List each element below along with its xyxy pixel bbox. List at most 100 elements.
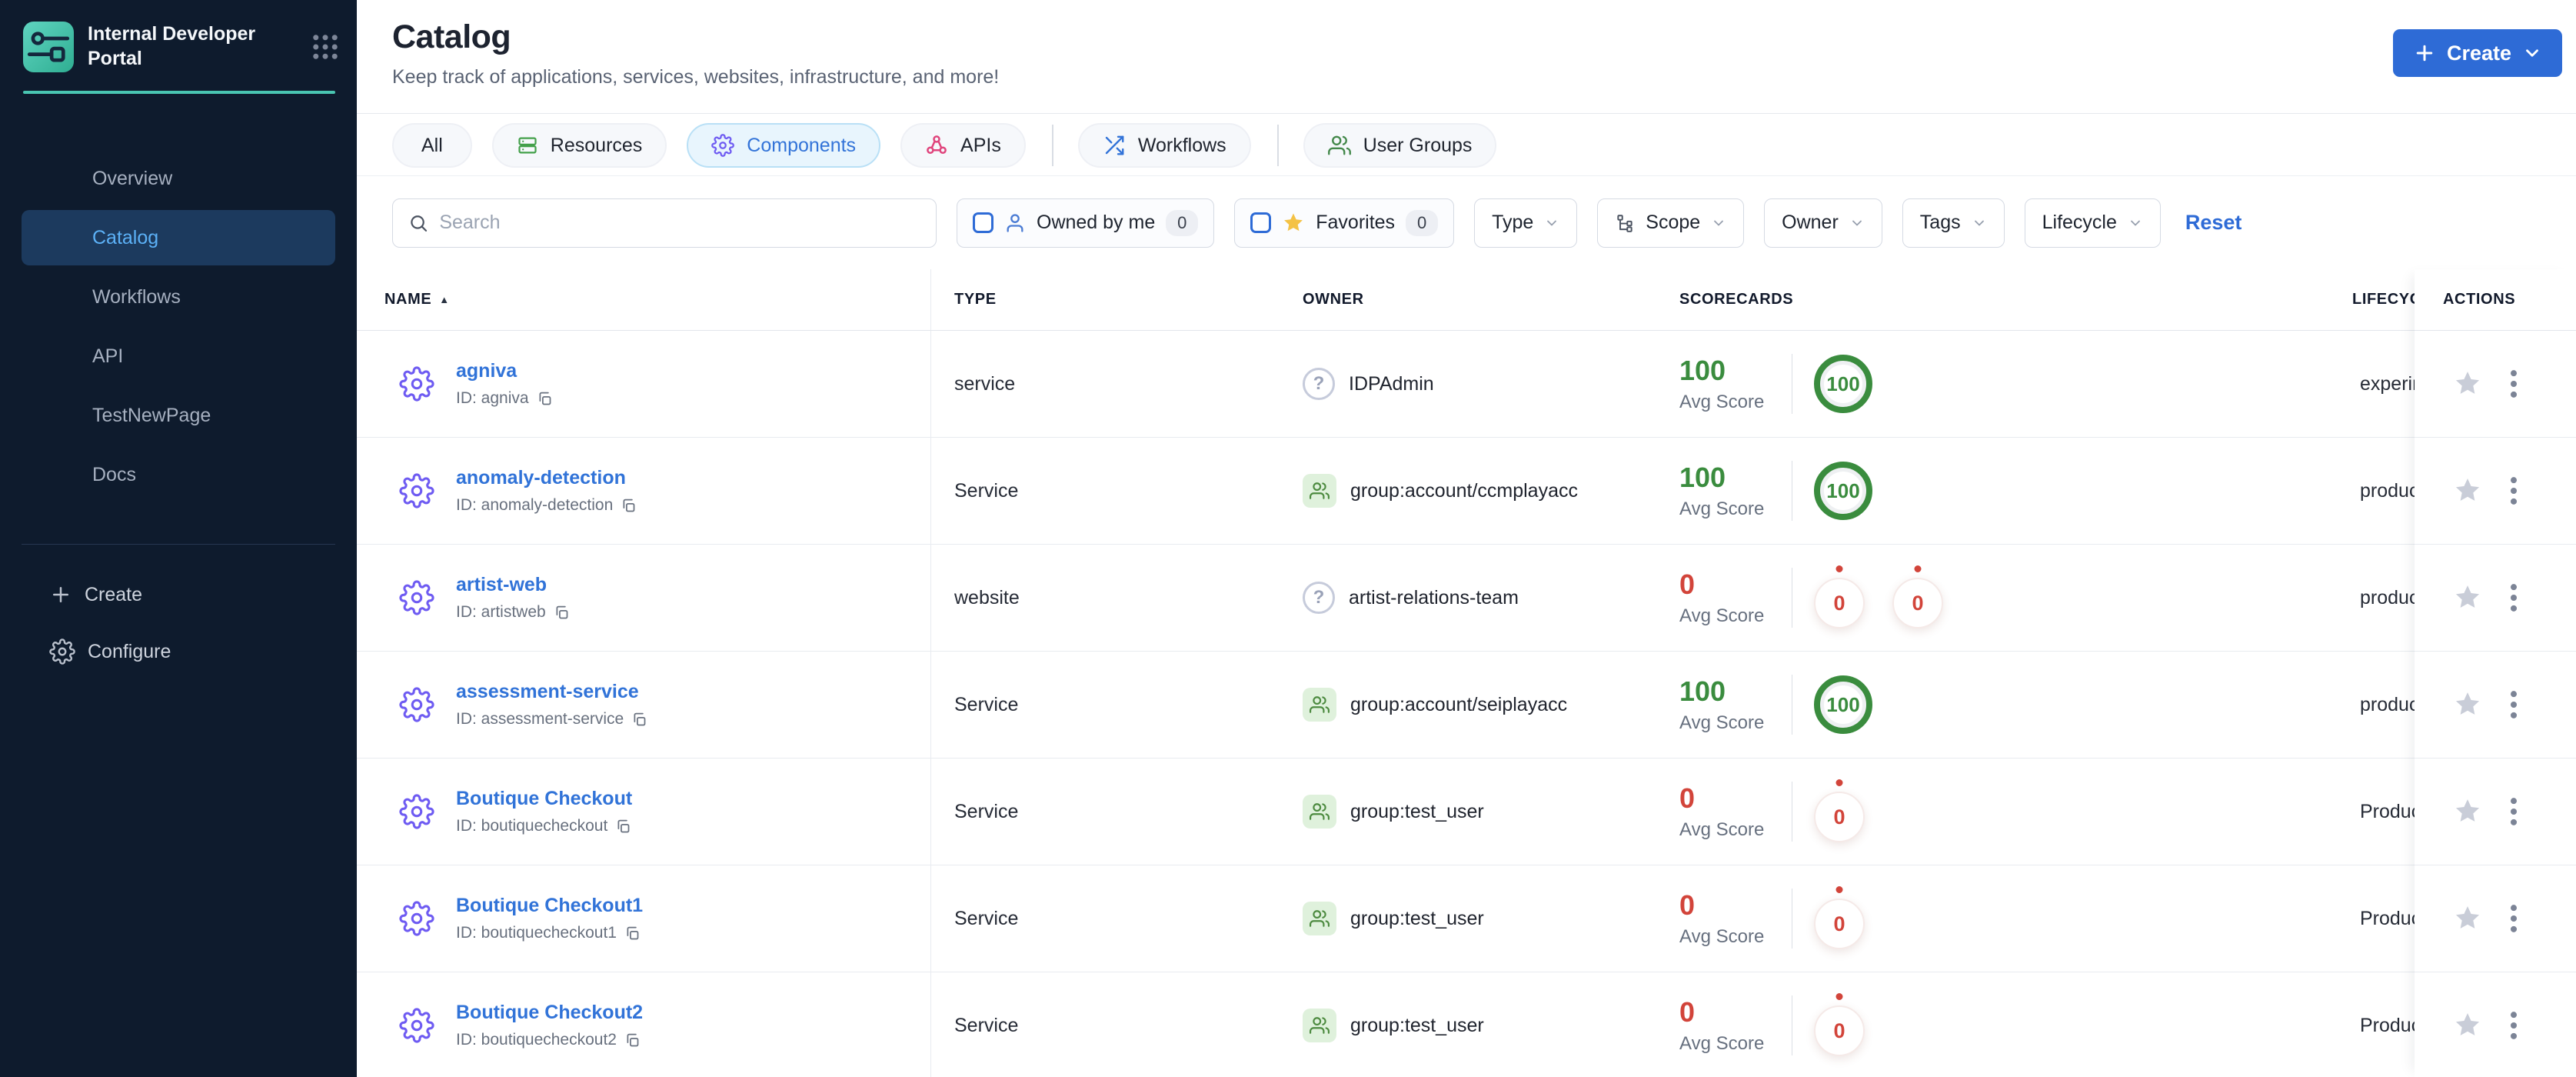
search-input[interactable] xyxy=(439,212,920,234)
name-cell: anomaly-detection ID: anomaly-detection xyxy=(357,438,931,544)
alert-dot-icon xyxy=(1835,886,1843,893)
scope-filter-dropdown[interactable]: Scope xyxy=(1597,198,1745,248)
owned-by-me-checkbox[interactable] xyxy=(973,212,993,233)
table-row[interactable]: assessment-service ID: assessment-service… xyxy=(357,652,2576,759)
avg-score-block: 100 Avg Score xyxy=(1679,462,1792,520)
copy-icon[interactable] xyxy=(631,712,647,728)
favorite-star-icon[interactable] xyxy=(2453,797,2482,826)
table-row[interactable]: Boutique Checkout ID: boutiquecheckout Ser… xyxy=(357,759,2576,865)
tab-resources[interactable]: Resources xyxy=(491,123,667,168)
favorites-checkbox[interactable] xyxy=(1250,212,1272,233)
entity-name-link[interactable]: Boutique Checkout xyxy=(456,788,632,810)
alert-dot-icon xyxy=(1835,565,1843,572)
search-icon xyxy=(411,215,428,232)
app-switcher-icon[interactable] xyxy=(309,31,341,63)
entity-name-link[interactable]: assessment-service xyxy=(456,681,647,703)
name-cell: assessment-service ID: assessment-service xyxy=(357,652,931,758)
table-row[interactable]: Boutique Checkout1 ID: boutiquecheckout1 S… xyxy=(357,865,2576,972)
scorecard-circle[interactable]: 100 xyxy=(1814,462,1872,520)
sidebar-item-catalog[interactable]: Catalog xyxy=(22,210,335,265)
scorecard-circle[interactable]: 100 xyxy=(1814,675,1872,734)
copy-icon[interactable] xyxy=(624,1032,641,1049)
tab-components[interactable]: Components xyxy=(687,123,881,168)
copy-icon[interactable] xyxy=(537,391,553,407)
entity-name-link[interactable]: artist-web xyxy=(456,574,570,596)
name-cell: agniva ID: agniva xyxy=(357,331,931,437)
reset-filters-button[interactable]: Reset xyxy=(2185,211,2242,235)
favorite-star-icon[interactable] xyxy=(2453,476,2482,505)
avg-score-block: 100 Avg Score xyxy=(1679,355,1792,413)
favorite-star-icon[interactable] xyxy=(2453,690,2482,719)
unknown-owner-icon: ? xyxy=(1303,368,1335,400)
table-row[interactable]: agniva ID: agniva service? IDPAdmin 100 Avg S… xyxy=(357,331,2576,438)
scorecard-circle[interactable]: 0 xyxy=(1814,886,1865,949)
table-row[interactable]: artist-web ID: artistweb website? artist-re… xyxy=(357,545,2576,652)
alert-dot-icon xyxy=(1914,565,1922,572)
favorites-filter[interactable]: Favorites 0 xyxy=(1234,198,1455,248)
sidebar-item-workflows[interactable]: Workflows xyxy=(22,269,335,325)
type-cell: Service xyxy=(954,693,1019,715)
entity-id: ID: artistweb xyxy=(456,603,570,622)
component-gear-icon xyxy=(399,1008,434,1043)
name-stack: agniva ID: agniva xyxy=(456,360,553,408)
lifecycle-filter-dropdown[interactable]: Lifecycle xyxy=(2024,198,2161,248)
kebab-menu-icon[interactable] xyxy=(2508,1010,2519,1041)
sidebar-item-overview[interactable]: Overview xyxy=(22,151,335,206)
copy-icon[interactable] xyxy=(554,605,570,621)
create-button[interactable]: Create xyxy=(2392,29,2562,77)
copy-icon[interactable] xyxy=(624,925,641,942)
score-circles: 100 xyxy=(1814,675,1872,734)
owner-filter-dropdown[interactable]: Owner xyxy=(1764,198,1882,248)
gear-icon xyxy=(49,639,75,665)
app-title: Internal Developer Portal xyxy=(88,23,256,69)
filter-bar: Owned by me 0 Favorites 0 Type Scope Own… xyxy=(357,176,2576,269)
scorecard-circle[interactable]: 100 xyxy=(1814,355,1872,413)
entity-name-link[interactable]: Boutique Checkout1 xyxy=(456,895,643,917)
scorecard-circle[interactable]: 0 xyxy=(1814,565,1865,629)
kebab-menu-icon[interactable] xyxy=(2508,475,2519,506)
name-stack: artist-web ID: artistweb xyxy=(456,574,570,622)
tab-workflows[interactable]: Workflows xyxy=(1077,123,1251,168)
scorecard-circle[interactable]: 0 xyxy=(1892,565,1943,629)
group-owner-icon xyxy=(1303,902,1336,935)
table-row[interactable]: anomaly-detection ID: anomaly-detection Se… xyxy=(357,438,2576,545)
avg-score-caption: Avg Score xyxy=(1679,392,1765,412)
favorite-star-icon[interactable] xyxy=(2453,904,2482,933)
kebab-menu-icon[interactable] xyxy=(2508,796,2519,827)
copy-icon[interactable] xyxy=(621,498,637,514)
copy-icon[interactable] xyxy=(615,819,631,835)
owner-cell: group:test_user xyxy=(1295,759,1664,865)
entity-name-link[interactable]: agniva xyxy=(456,360,553,382)
avg-score-caption: Avg Score xyxy=(1679,605,1765,626)
scorecard-circle[interactable]: 0 xyxy=(1814,993,1865,1056)
kebab-menu-icon[interactable] xyxy=(2508,903,2519,934)
sidebar-item-testnewpage[interactable]: TestNewPage xyxy=(22,388,335,443)
tags-filter-dropdown[interactable]: Tags xyxy=(1902,198,2005,248)
entity-name-link[interactable]: Boutique Checkout2 xyxy=(456,1002,643,1024)
owned-by-me-filter[interactable]: Owned by me 0 xyxy=(957,198,1215,248)
name-cell: artist-web ID: artistweb xyxy=(357,545,931,651)
score-circles: 00 xyxy=(1814,565,1943,629)
kebab-menu-icon[interactable] xyxy=(2508,689,2519,720)
scorecard-circle[interactable]: 0 xyxy=(1814,779,1865,842)
favorite-star-icon[interactable] xyxy=(2453,369,2482,398)
kebab-menu-icon[interactable] xyxy=(2508,368,2519,399)
sidebar-create-button[interactable]: Create xyxy=(22,566,335,623)
tab-apis[interactable]: APIs xyxy=(900,123,1026,168)
sidebar-item-api[interactable]: API xyxy=(22,328,335,384)
tab-all[interactable]: All xyxy=(392,123,472,168)
owner-cell: group:account/seiplayacc xyxy=(1295,652,1664,758)
type-filter-dropdown[interactable]: Type xyxy=(1474,198,1578,248)
tab-user-groups[interactable]: User Groups xyxy=(1303,123,1497,168)
column-header-name[interactable]: NAME ▲ xyxy=(357,269,931,330)
type-cell: service xyxy=(954,372,1016,395)
row-actions xyxy=(2415,438,2576,545)
table-row[interactable]: Boutique Checkout2 ID: boutiquecheckout2 S… xyxy=(357,972,2576,1077)
kebab-menu-icon[interactable] xyxy=(2508,582,2519,613)
entity-name-link[interactable]: anomaly-detection xyxy=(456,467,637,489)
sidebar-configure-button[interactable]: Configure xyxy=(22,623,335,680)
favorite-star-icon[interactable] xyxy=(2453,1011,2482,1040)
favorite-star-icon[interactable] xyxy=(2453,583,2482,612)
unknown-owner-icon: ? xyxy=(1303,582,1335,614)
sidebar-item-docs[interactable]: Docs xyxy=(22,447,335,502)
